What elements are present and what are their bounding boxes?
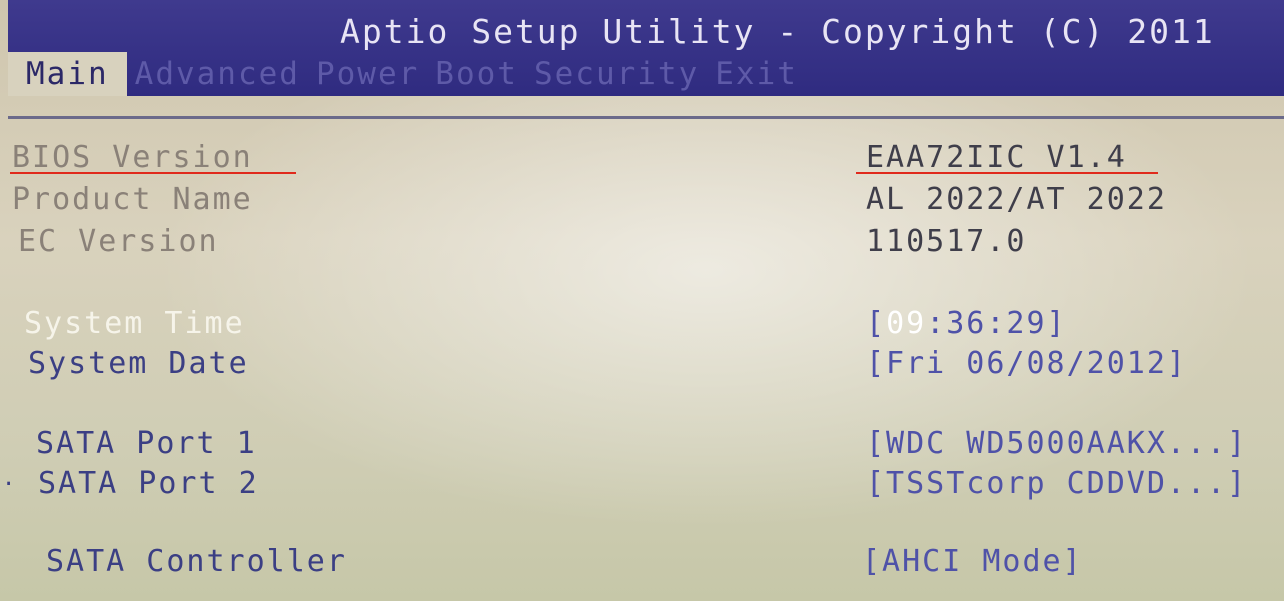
product-name-label: Product Name — [12, 182, 253, 217]
system-time-hour-field[interactable]: 09 — [886, 306, 926, 341]
ec-version-value: 110517.0 — [866, 224, 1027, 259]
bios-version-label: BIOS Version — [12, 140, 253, 175]
bios-version-value: EAA72IIC V1.4 — [866, 140, 1127, 175]
menu-tabs: Main Advanced Power Boot Security Exit — [8, 52, 806, 96]
tab-power[interactable]: Power — [308, 52, 427, 96]
system-time-label[interactable]: System Time — [24, 306, 245, 341]
product-name-row: Product Name AL 2022/AT 2022 — [0, 182, 1284, 222]
tab-main[interactable]: Main — [8, 52, 127, 96]
sata-port-1-row[interactable]: SATA Port 1 [WDC WD5000AAKX...] — [0, 426, 1284, 466]
sata-controller-value[interactable]: [AHCI Mode] — [862, 544, 1083, 579]
sata-port-2-label[interactable]: SATA Port 2 — [38, 466, 259, 501]
bios-version-value-annotation — [856, 172, 1158, 174]
bios-version-row: BIOS Version EAA72IIC V1.4 — [0, 140, 1284, 180]
system-date-value[interactable]: [Fri 06/08/2012] — [866, 346, 1187, 381]
system-time-open-bracket: [ — [866, 306, 887, 341]
system-time-row[interactable]: System Time [09:36:29] — [0, 306, 1284, 346]
system-time-value[interactable]: [09:36:29] — [866, 306, 1067, 341]
tab-security[interactable]: Security — [526, 52, 707, 96]
side-marker-icon: · — [2, 472, 16, 497]
sata-port-1-value[interactable]: [WDC WD5000AAKX...] — [866, 426, 1247, 461]
sata-controller-label[interactable]: SATA Controller — [46, 544, 347, 579]
sata-port-2-value[interactable]: [TSSTcorp CDDVD...] — [866, 466, 1247, 501]
system-time-minutes-seconds[interactable]: :36:29] — [926, 306, 1066, 341]
tab-advanced[interactable]: Advanced — [127, 52, 308, 96]
ec-version-row: EC Version 110517.0 — [0, 224, 1284, 264]
ec-version-label: EC Version — [18, 224, 219, 259]
bios-version-label-annotation — [10, 172, 296, 174]
sata-port-2-row[interactable]: · SATA Port 2 [TSSTcorp CDDVD...] — [0, 466, 1284, 506]
sata-port-1-label[interactable]: SATA Port 1 — [36, 426, 257, 461]
utility-title: Aptio Setup Utility - Copyright (C) 2011 — [340, 12, 1215, 51]
system-date-row[interactable]: System Date [Fri 06/08/2012] — [0, 346, 1284, 386]
sata-controller-row[interactable]: SATA Controller [AHCI Mode] — [0, 544, 1284, 584]
header-divider — [8, 116, 1284, 119]
tab-boot[interactable]: Boot — [427, 52, 526, 96]
tab-exit[interactable]: Exit — [707, 52, 806, 96]
bios-screen: Aptio Setup Utility - Copyright (C) 2011… — [0, 0, 1284, 601]
system-date-label[interactable]: System Date — [28, 346, 249, 381]
product-name-value: AL 2022/AT 2022 — [866, 182, 1167, 217]
